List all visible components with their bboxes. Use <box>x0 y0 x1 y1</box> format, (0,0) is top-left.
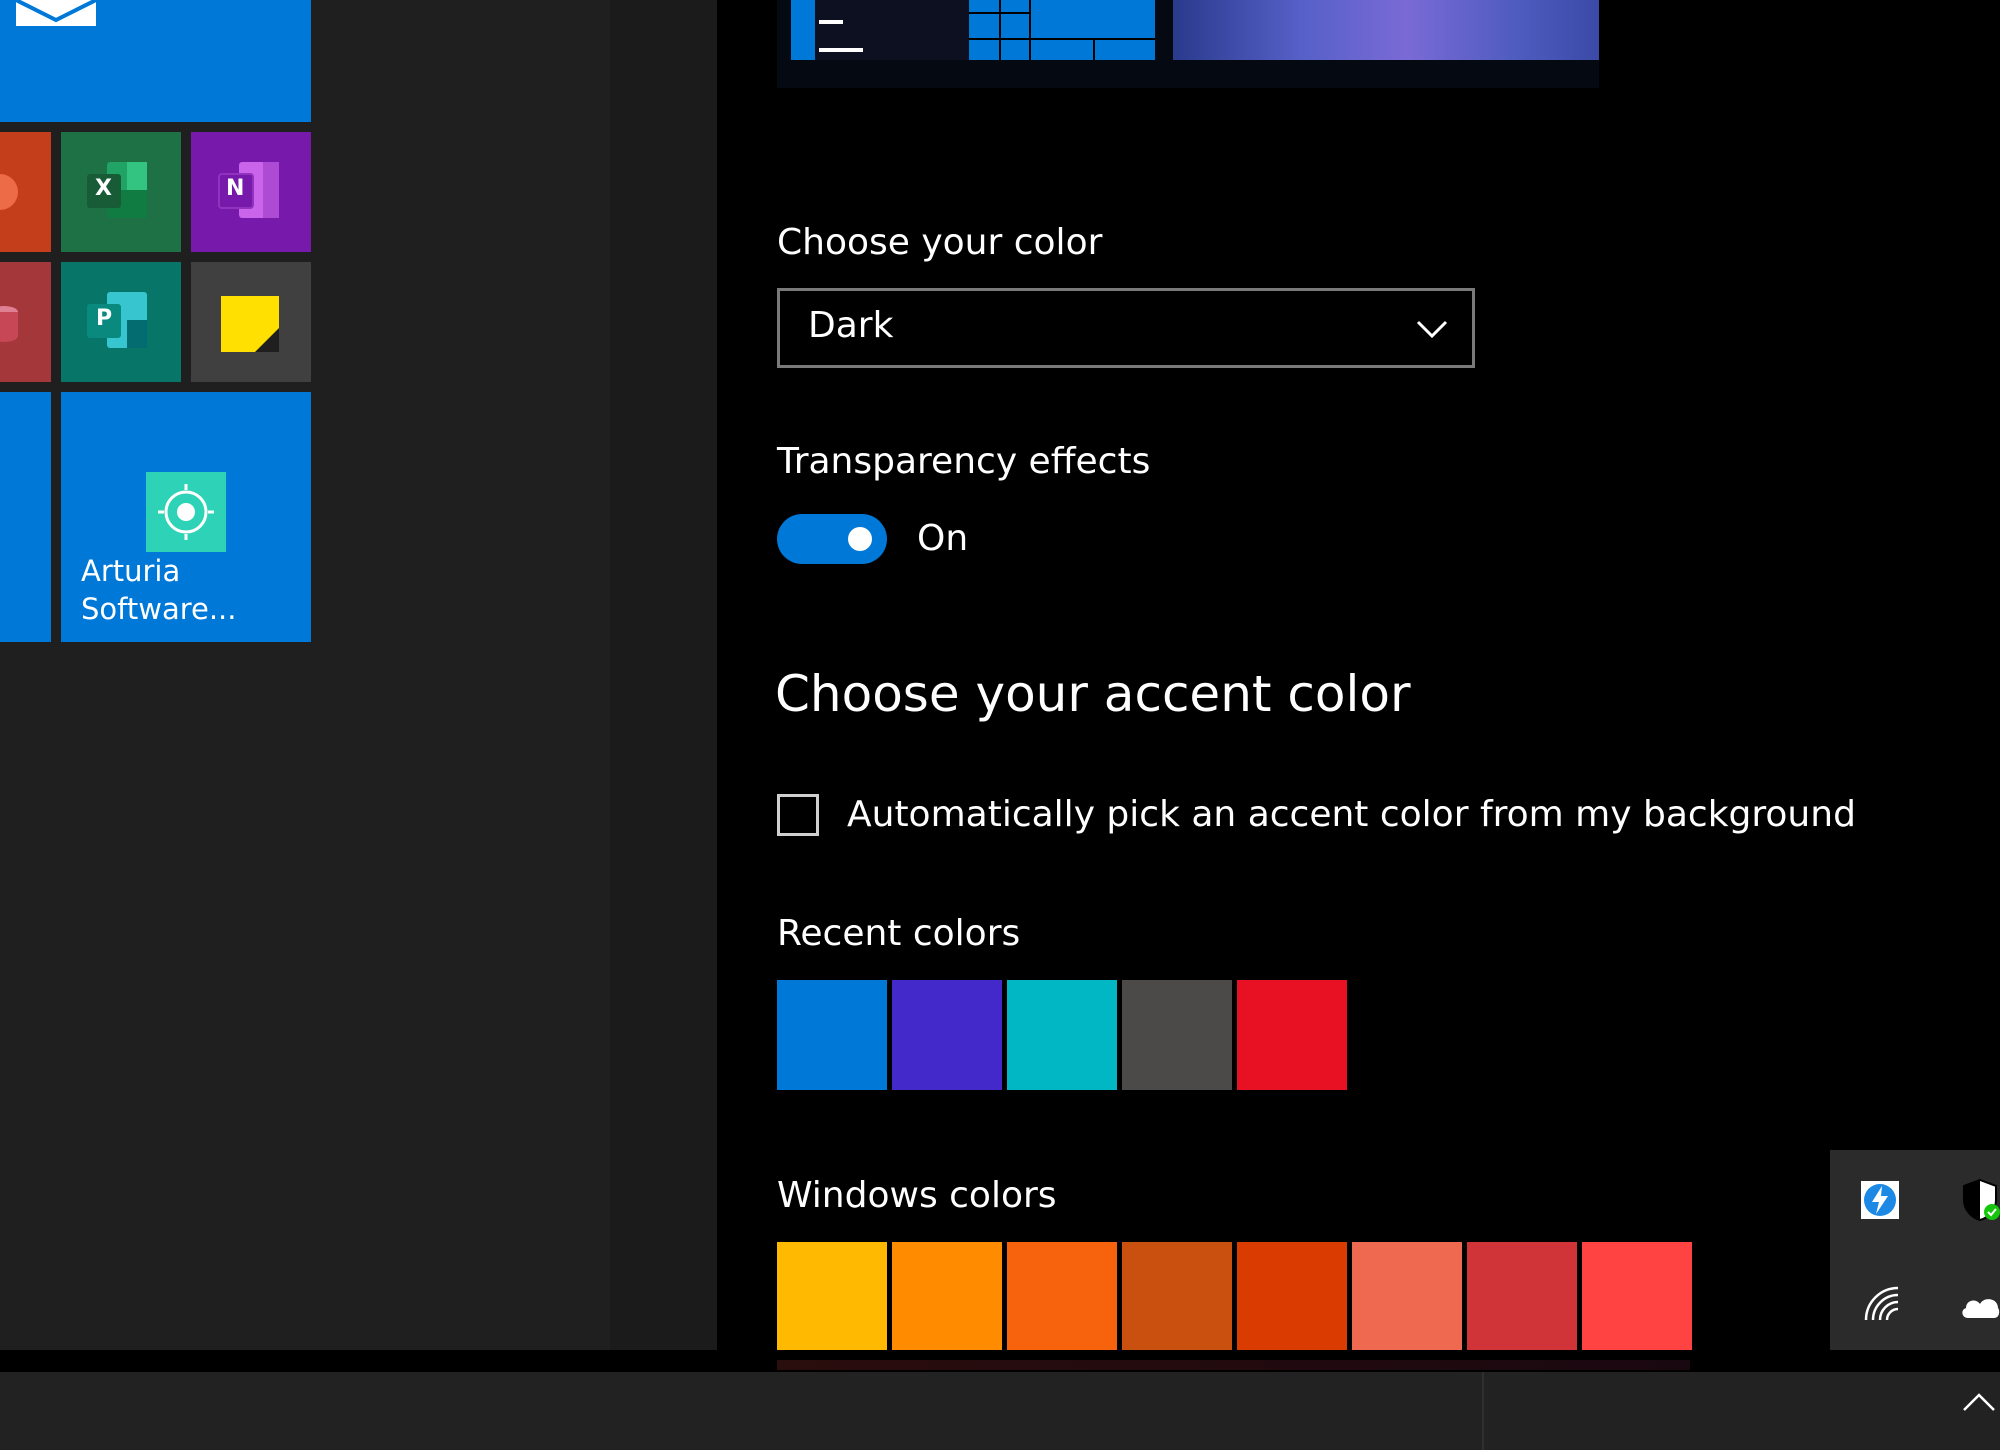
security-shield-icon[interactable] <box>1960 1178 2000 1222</box>
excel-icon <box>87 162 147 218</box>
windows-color-swatch[interactable] <box>1237 1242 1347 1350</box>
transparency-toggle[interactable] <box>777 514 887 564</box>
tile-excel[interactable]: X <box>61 132 181 252</box>
start-menu-edge <box>610 0 717 1350</box>
publisher-glyph: P <box>96 306 113 331</box>
preview-wallpaper <box>1173 0 1599 60</box>
theme-preview <box>777 0 1599 88</box>
recent-colors-label: Recent colors <box>777 913 1021 954</box>
recent-color-swatch[interactable] <box>1237 980 1347 1090</box>
taskbar <box>0 1372 2000 1450</box>
windows-color-swatch[interactable] <box>1122 1242 1232 1350</box>
arturia-icon <box>146 472 226 552</box>
toggle-knob <box>848 527 872 551</box>
onenote-glyph: N <box>226 176 245 201</box>
auto-accent-label: Automatically pick an accent color from … <box>847 794 1856 835</box>
tile-sticky-notes[interactable] <box>191 262 311 382</box>
tile-onenote[interactable]: N <box>191 132 311 252</box>
chevron-down-icon <box>1416 320 1448 339</box>
powerpoint-icon <box>0 174 18 210</box>
tile-publisher[interactable]: P <box>61 262 181 382</box>
windows-colors-label: Windows colors <box>777 1175 1057 1216</box>
windows-color-swatch[interactable] <box>892 1242 1002 1350</box>
preview-tiles <box>969 0 1155 60</box>
sticky-notes-icon <box>221 296 279 352</box>
windows-colors-next-row <box>777 1360 1690 1370</box>
taskbar-separator <box>1482 1372 1484 1450</box>
mail-icon <box>16 0 96 26</box>
choose-color-label: Choose your color <box>777 222 1103 263</box>
accent-heading: Choose your accent color <box>775 665 1411 723</box>
excel-glyph: X <box>95 176 112 201</box>
color-mode-value: Dark <box>808 305 894 346</box>
windows-color-swatch[interactable] <box>1582 1242 1692 1350</box>
tile-access[interactable] <box>0 262 51 382</box>
windows-color-swatch[interactable] <box>777 1242 887 1350</box>
windows-color-swatch[interactable] <box>1007 1242 1117 1350</box>
publisher-icon <box>87 292 147 348</box>
tile-arturia[interactable]: Arturia Software... <box>61 392 311 642</box>
recent-color-swatch[interactable] <box>892 980 1002 1090</box>
recent-color-swatch[interactable] <box>1007 980 1117 1090</box>
arturia-label: Arturia Software... <box>81 554 237 626</box>
recent-color-swatch[interactable] <box>1122 980 1232 1090</box>
color-mode-dropdown[interactable]: Dark <box>777 288 1475 368</box>
transparency-label: Transparency effects <box>777 441 1151 482</box>
windows-color-swatch[interactable] <box>1467 1242 1577 1350</box>
access-icon <box>0 306 18 342</box>
tile-mail[interactable] <box>0 0 311 122</box>
preview-start-panel <box>791 0 971 60</box>
tile-powerpoint[interactable] <box>0 132 51 252</box>
transparency-state: On <box>917 518 969 559</box>
tile-blue-partial[interactable] <box>0 392 51 642</box>
onedrive-cloud-icon[interactable] <box>1960 1290 2000 1320</box>
thunderbolt-icon[interactable] <box>1860 1180 1900 1220</box>
recent-color-swatch[interactable] <box>777 980 887 1090</box>
onenote-icon <box>218 162 279 218</box>
wifi-icon[interactable] <box>1862 1284 1902 1324</box>
show-hidden-icons-chevron-icon[interactable] <box>1962 1392 1996 1412</box>
auto-accent-checkbox[interactable] <box>777 794 819 836</box>
windows-color-swatch[interactable] <box>1352 1242 1462 1350</box>
